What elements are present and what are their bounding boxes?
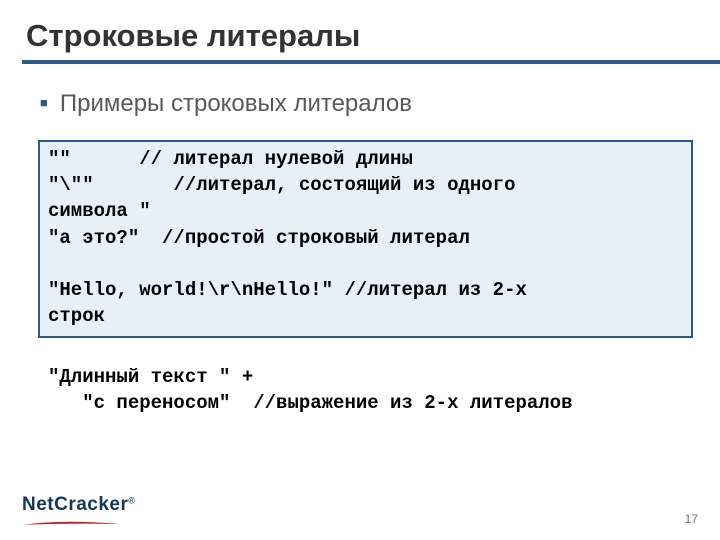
page-title: Строковые литералы xyxy=(26,18,694,54)
bullet-row: ■ Примеры строковых литералов xyxy=(40,90,694,118)
code-below: "Длинный текст " + "с переносом" //выраж… xyxy=(38,338,694,417)
registered-icon: ® xyxy=(128,496,135,506)
code-block: "" // литерал нулевой длины "\"" //литер… xyxy=(38,140,694,416)
logo-text: NetCracker xyxy=(22,494,128,515)
code-box: "" // литерал нулевой длины "\"" //литер… xyxy=(38,140,693,338)
title-rule xyxy=(22,60,720,64)
slide-body: ■ Примеры строковых литералов "" // лите… xyxy=(40,90,694,416)
page-number: 17 xyxy=(685,512,698,526)
bullet-text: Примеры строковых литералов xyxy=(60,90,412,118)
logo-swoosh-icon xyxy=(22,514,135,532)
slide: Строковые литералы ■ Примеры строковых л… xyxy=(0,0,720,540)
logo: NetCracker® xyxy=(22,494,135,532)
square-bullet-icon: ■ xyxy=(40,96,48,109)
